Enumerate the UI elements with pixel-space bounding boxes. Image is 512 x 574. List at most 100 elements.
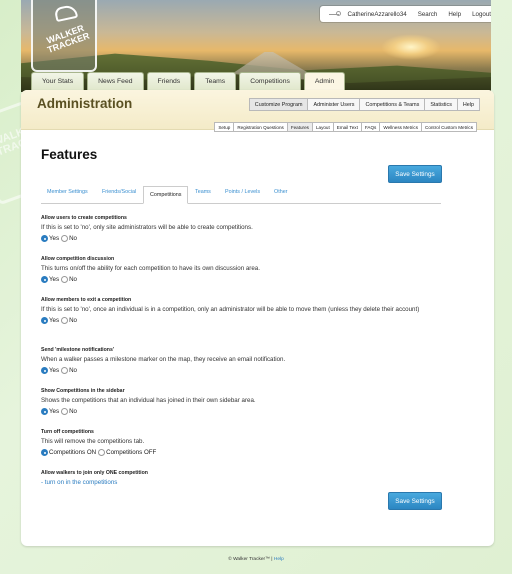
setting-competition-discussion: Allow competition discussion This turns …: [41, 256, 461, 283]
radio-option-no[interactable]: No: [61, 366, 78, 374]
radio-label: Yes: [49, 275, 60, 283]
setting-description: When a walker passes a milestone marker …: [41, 356, 286, 363]
setting-label: Allow users to create competitions: [41, 215, 127, 221]
help-link[interactable]: Help: [448, 11, 461, 18]
user-bar: CatherineAzzarello34 Search Help Logout: [320, 6, 491, 22]
radio-option-no[interactable]: No: [61, 407, 77, 415]
tab-friends-social[interactable]: Friends/Social: [102, 189, 136, 195]
radio-label: No: [69, 275, 78, 283]
subsubnav-wellness-metrics[interactable]: Wellness Metrics: [379, 122, 422, 132]
radio-button[interactable]: [41, 316, 48, 324]
search-link[interactable]: Search: [418, 11, 438, 18]
save-settings-button-top[interactable]: Save Settings: [388, 165, 442, 183]
radio-group: Yes No: [41, 407, 461, 415]
subsubnav-features[interactable]: Features: [286, 122, 313, 132]
radio-button[interactable]: [41, 275, 48, 283]
admin-subnav: Customize Program Administer Users Compe…: [248, 98, 480, 111]
subsubnav-control-custom-metrics[interactable]: Control Custom Metrics: [421, 122, 477, 132]
panel-title: Administration: [37, 96, 133, 111]
setting-label: Show Competitions in the sidebar: [41, 388, 125, 394]
radio-group: Yes No: [41, 275, 461, 283]
save-settings-button-bottom[interactable]: Save Settings: [388, 492, 442, 510]
nav-tab-competitions[interactable]: Competitions: [239, 72, 301, 92]
setting-label: Allow walkers to join only ONE competiti…: [41, 470, 148, 476]
radio-button[interactable]: [41, 448, 48, 456]
radio-option-yes[interactable]: Yes: [41, 407, 60, 415]
subnav-help[interactable]: Help: [456, 98, 480, 111]
setting-description: If this is set to 'no', only site admini…: [41, 224, 253, 231]
setting-milestone-notifications: Send 'milestone notifications' When a wa…: [41, 347, 461, 374]
radio-label: Yes: [49, 407, 60, 415]
nav-tab-your-stats[interactable]: Your Stats: [31, 72, 85, 92]
radio-button[interactable]: [61, 234, 69, 242]
radio-option-no[interactable]: No: [61, 234, 78, 242]
radio-option-no[interactable]: No: [61, 275, 78, 283]
setting-description: This will remove the competitions tab.: [41, 438, 145, 445]
radio-option-competitions-off[interactable]: Competitions OFF: [98, 448, 157, 456]
radio-option-competitions-on[interactable]: Competitions ON: [41, 448, 97, 456]
radio-button[interactable]: [41, 407, 48, 415]
logout-link[interactable]: Logout: [472, 11, 491, 18]
radio-button[interactable]: [41, 234, 48, 242]
radio-option-yes[interactable]: Yes: [41, 316, 60, 324]
radio-label: Yes: [49, 316, 60, 324]
setting-single-competition: Allow walkers to join only ONE competiti…: [41, 470, 461, 486]
tab-member-settings[interactable]: Member Settings: [47, 189, 88, 195]
subsubnav-layout[interactable]: Layout: [311, 122, 334, 132]
logo-text: WALKER TRACKER: [45, 22, 91, 55]
admin-panel: Administration Customize Program Adminis…: [21, 90, 494, 546]
footer: © Walker Tracker™ | Help: [0, 557, 512, 562]
setting-sidebar-competitions: Show Competitions in the sidebar Shows t…: [41, 388, 461, 415]
subnav-administer-users[interactable]: Administer Users: [307, 98, 361, 111]
radio-button[interactable]: [41, 366, 48, 374]
radio-label: No: [69, 366, 78, 374]
radio-group: Yes No: [41, 316, 461, 324]
radio-label: No: [69, 234, 78, 242]
tab-competitions[interactable]: Competitions: [143, 186, 189, 204]
radio-option-yes[interactable]: Yes: [41, 366, 60, 374]
subnav-customize-program[interactable]: Customize Program: [248, 98, 309, 111]
header-sun: [381, 34, 441, 60]
radio-option-yes[interactable]: Yes: [41, 275, 60, 283]
subsubnav-email-text[interactable]: Email Text: [332, 122, 362, 132]
radio-button[interactable]: [61, 366, 69, 374]
subnav-competitions-teams[interactable]: Competitions & Teams: [359, 98, 426, 111]
walker-tracker-logo[interactable]: WALKER TRACKER: [31, 0, 97, 72]
username-link[interactable]: CatherineAzzarello34: [348, 11, 407, 18]
radio-button[interactable]: [61, 407, 69, 415]
tab-points-levels[interactable]: Points / Levels: [225, 189, 260, 195]
setting-description: This turns on/off the ability for each c…: [41, 265, 260, 272]
page-title: Features: [41, 147, 98, 162]
radio-label: Yes: [49, 366, 60, 374]
nav-tab-friends[interactable]: Friends: [146, 72, 192, 92]
setting-turn-off-competitions: Turn off competitions This will remove t…: [41, 429, 461, 456]
customize-subnav: Setup Registration Questions Features La…: [214, 122, 477, 132]
setting-label: Turn off competitions: [41, 429, 94, 435]
radio-option-no[interactable]: No: [61, 316, 77, 324]
tab-other[interactable]: Other: [274, 189, 287, 195]
radio-label: Yes: [49, 234, 60, 242]
nav-tab-news-feed[interactable]: News Feed: [87, 72, 144, 92]
nav-tab-teams[interactable]: Teams: [194, 72, 237, 92]
tab-teams[interactable]: Teams: [195, 189, 211, 195]
radio-label: Competitions ON: [49, 448, 97, 456]
radio-group: Competitions ON Competitions OFF: [41, 448, 461, 456]
radio-group: Yes No: [41, 366, 461, 374]
radio-label: Competitions OFF: [106, 448, 157, 456]
feature-tabs: Member Settings Friends/Social Competiti…: [41, 186, 441, 204]
setting-label: Allow competition discussion: [41, 256, 115, 262]
turn-on-competitions-link[interactable]: - turn on in the competitions: [41, 479, 461, 486]
setting-create-competitions: Allow users to create competitions If th…: [41, 215, 461, 242]
subsubnav-registration-questions[interactable]: Registration Questions: [233, 122, 288, 132]
radio-option-yes[interactable]: Yes: [41, 234, 60, 242]
footer-help-link[interactable]: Help: [274, 557, 284, 562]
radio-button[interactable]: [98, 448, 106, 456]
radio-group: Yes No: [41, 234, 461, 242]
subnav-statistics[interactable]: Statistics: [424, 98, 458, 111]
subsubnav-faqs[interactable]: FAQs: [360, 122, 381, 132]
walker-icon: [328, 10, 342, 18]
radio-button[interactable]: [61, 275, 69, 283]
setting-description: If this is set to 'no', once an individu…: [41, 306, 420, 313]
radio-button[interactable]: [61, 316, 69, 324]
subsubnav-setup[interactable]: Setup: [214, 122, 235, 132]
